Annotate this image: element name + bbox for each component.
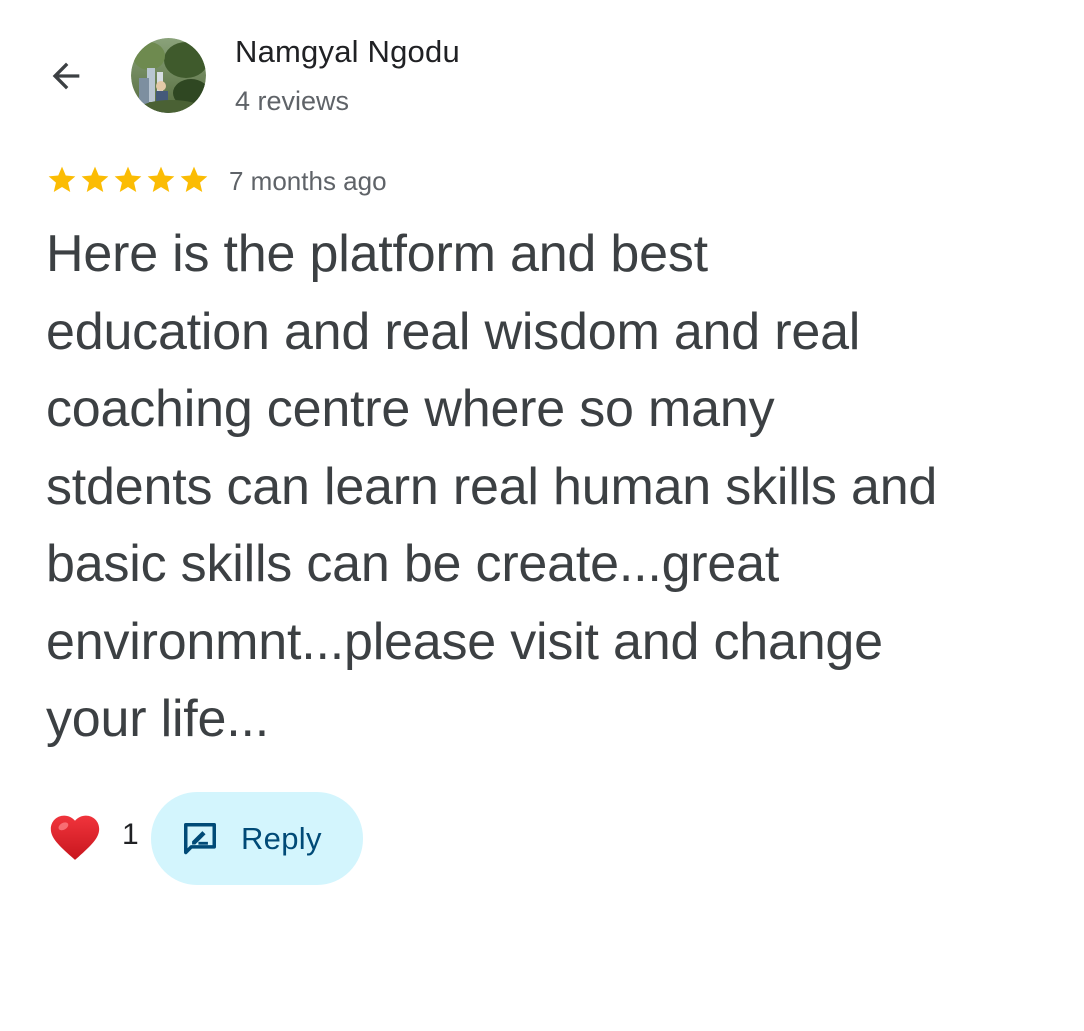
reply-icon <box>184 822 216 854</box>
star-icon <box>114 166 142 192</box>
reviewer-name[interactable]: Namgyal Ngodu <box>235 34 460 70</box>
star-icon <box>48 166 76 192</box>
like-count: 1 <box>122 818 139 851</box>
back-button[interactable] <box>38 48 94 104</box>
review-text: Here is the platform and best education … <box>46 225 938 748</box>
reply-label: Reply <box>241 820 322 856</box>
reply-button[interactable]: Reply <box>151 792 363 885</box>
avatar-photo-icon <box>131 38 206 113</box>
review-detail-card: Namgyal Ngodu 4 reviews 7 months ago Her… <box>0 0 1084 1031</box>
review-time: 7 months ago <box>229 166 387 196</box>
heart-icon <box>50 815 100 860</box>
like-button[interactable]: 1 <box>46 808 139 862</box>
avatar[interactable] <box>131 38 206 113</box>
reviewer-review-count: 4 reviews <box>235 86 350 116</box>
star-icon <box>81 166 109 192</box>
star-icon <box>180 166 208 192</box>
star-rating <box>46 164 210 196</box>
arrow-back-icon <box>52 62 80 90</box>
star-icon <box>147 166 175 192</box>
